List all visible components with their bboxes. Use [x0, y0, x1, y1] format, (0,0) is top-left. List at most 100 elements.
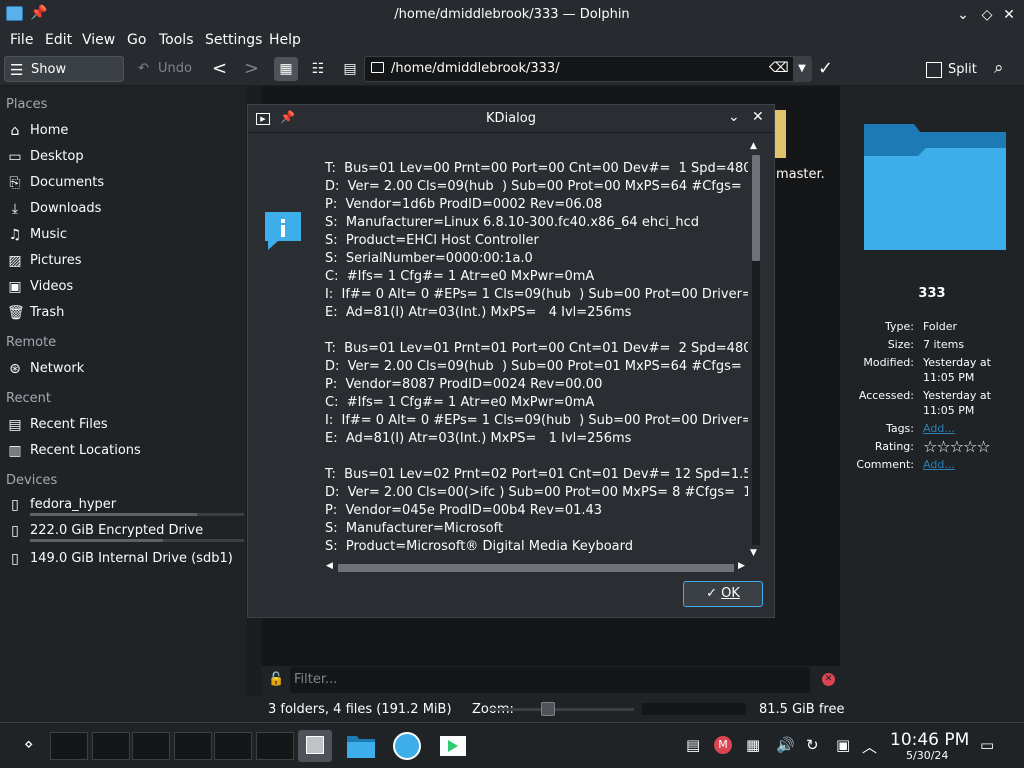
- menu-help[interactable]: Help: [269, 32, 301, 48]
- dialog-minimize-button[interactable]: ⌄: [728, 109, 740, 125]
- info-comment-label: Comment:: [856, 458, 914, 471]
- sidebar-item-trash[interactable]: 🗑 Trash: [6, 301, 242, 325]
- dialog-text-line: T: Bus=01 Lev=01 Prnt=01 Port=00 Cnt=01 …: [325, 341, 748, 356]
- filter-input[interactable]: Filter...: [290, 667, 810, 693]
- sidebar-item-music[interactable]: ♫ Music: [6, 223, 242, 247]
- menu-edit[interactable]: Edit: [45, 32, 72, 48]
- menu-file[interactable]: File: [10, 32, 33, 48]
- split-button[interactable]: Split: [926, 58, 977, 82]
- desktop-icon: ▭: [8, 149, 22, 165]
- scroll-left-icon[interactable]: ◀: [326, 561, 333, 571]
- volume-icon[interactable]: 🔊: [776, 736, 795, 754]
- sidebar-item-documents[interactable]: ⎘ Documents: [6, 171, 242, 195]
- dialog-close-button[interactable]: ✕: [752, 109, 764, 125]
- horizontal-scrollbar[interactable]: ◀ ▶: [324, 561, 748, 575]
- sidebar-item-pictures[interactable]: ▨ Pictures: [6, 249, 242, 273]
- taskbar-kdialog[interactable]: [298, 730, 332, 762]
- device-usage-bar: [30, 513, 244, 516]
- update-icon[interactable]: ↻: [806, 736, 819, 754]
- clear-location-icon[interactable]: ⌫: [769, 60, 789, 76]
- ok-button[interactable]: ✓ OK: [683, 581, 763, 607]
- dialog-text-line: P: Vendor=045e ProdID=00b4 Rev=01.43: [325, 503, 603, 518]
- mega-icon[interactable]: M: [714, 736, 732, 754]
- dialog-text-line: E: Ad=81(I) Atr=03(Int.) MxPS= 4 Ivl=256…: [325, 305, 632, 320]
- clipboard-icon[interactable]: ▤: [686, 736, 700, 754]
- encrypted-drive-icon: ▯: [11, 523, 19, 539]
- sidebar-item-internal-drive[interactable]: ▯ 149.0 GiB Internal Drive (sdb1): [6, 547, 242, 571]
- location-bar[interactable]: /home/dmiddlebrook/333/ ⌫ ▼: [364, 56, 812, 82]
- lock-icon[interactable]: 🔓: [268, 672, 284, 687]
- devices-header: Devices: [6, 473, 58, 488]
- back-button[interactable]: <: [212, 58, 227, 79]
- icons-view-button[interactable]: ▦: [274, 57, 298, 81]
- documents-icon: ⎘: [9, 175, 21, 191]
- maximize-button[interactable]: ◇: [976, 4, 998, 26]
- desktop-pager-2[interactable]: [92, 732, 130, 760]
- undo-button[interactable]: ↶ Undo: [134, 56, 194, 82]
- desktop-pager-6[interactable]: [256, 732, 294, 760]
- desktop-pager-1[interactable]: [50, 732, 88, 760]
- close-button[interactable]: ✕: [998, 4, 1020, 26]
- dialog-text-line: P: Vendor=8087 ProdID=0024 Rev=00.00: [325, 377, 603, 392]
- clock-date[interactable]: 5/30/24: [906, 749, 948, 762]
- sidebar-item-recent-files[interactable]: ▤ Recent Files: [6, 413, 242, 437]
- free-space-label[interactable]: 81.5 GiB free: [759, 702, 844, 717]
- scroll-right-icon[interactable]: ▶: [738, 561, 745, 571]
- desktop-pager-4[interactable]: [174, 732, 212, 760]
- close-filter-icon[interactable]: ✕: [822, 673, 835, 686]
- taskbar-terminal-icon[interactable]: [436, 730, 470, 762]
- music-icon: ♫: [8, 227, 22, 243]
- zoom-slider-track[interactable]: [488, 708, 634, 711]
- scroll-down-icon[interactable]: ▼: [750, 548, 757, 558]
- rating-stars[interactable]: ☆☆☆☆☆: [923, 437, 991, 456]
- compact-view-button[interactable]: ☷: [306, 57, 330, 81]
- expand-tray-icon[interactable]: ︿: [862, 736, 877, 757]
- show-desktop-icon[interactable]: ▭: [980, 736, 994, 754]
- menu-tools[interactable]: Tools: [159, 32, 194, 48]
- scroll-up-icon[interactable]: ▲: [750, 141, 757, 151]
- desktop-pager-5[interactable]: [214, 732, 252, 760]
- sidebar-item-desktop[interactable]: ▭ Desktop: [6, 145, 242, 169]
- taskbar-browser-icon[interactable]: [390, 730, 424, 762]
- location-path: /home/dmiddlebrook/333/: [391, 61, 560, 76]
- menubar: File Edit View Go Tools Settings Help: [0, 30, 1024, 52]
- scroll-thumb[interactable]: [338, 564, 734, 572]
- sidebar-item-recent-locations[interactable]: ▥ Recent Locations: [6, 439, 242, 463]
- info-item-name: 333: [918, 286, 946, 301]
- menu-go[interactable]: Go: [127, 32, 146, 48]
- dialog-text-line: P: Vendor=1d6b ProdID=0002 Rev=06.08: [325, 197, 603, 212]
- scroll-thumb[interactable]: [752, 155, 760, 261]
- file-label[interactable]: master.: [776, 167, 825, 182]
- forward-button[interactable]: >: [244, 58, 259, 79]
- add-tags-link[interactable]: Add...: [923, 422, 955, 435]
- dialog-text-area[interactable]: T: Bus=01 Lev=00 Prnt=00 Port=00 Cnt=00 …: [324, 141, 748, 560]
- confirm-location-icon[interactable]: ✓: [818, 58, 833, 79]
- desktop-pager-3[interactable]: [132, 732, 170, 760]
- sidebar-item-home[interactable]: ⌂ Home: [6, 119, 242, 143]
- sidebar-item-network[interactable]: ⊛ Network: [6, 357, 242, 381]
- dialog-text-line: S: Product=Microsoft® Digital Media Keyb…: [325, 539, 634, 554]
- taskbar-dolphin-icon[interactable]: [344, 730, 378, 762]
- zoom-slider-handle[interactable]: [541, 702, 555, 716]
- info-type-value: Folder: [923, 320, 957, 333]
- add-comment-link[interactable]: Add...: [923, 458, 955, 471]
- menu-view[interactable]: View: [82, 32, 115, 48]
- sidebar-item-videos[interactable]: ▣ Videos: [6, 275, 242, 299]
- device-usage-fill: [30, 513, 197, 516]
- app-launcher-icon[interactable]: ⋄: [24, 735, 33, 753]
- clock-time[interactable]: 10:46 PM: [890, 730, 969, 750]
- minimize-button[interactable]: ⌄: [952, 4, 974, 26]
- recent-header: Recent: [6, 391, 51, 406]
- show-menubar-button[interactable]: ☰ Show Menubar: [4, 56, 124, 103]
- network-tray-icon[interactable]: ▣: [836, 736, 850, 754]
- undo-icon: ↶: [138, 61, 149, 76]
- vertical-scrollbar[interactable]: ▲ ▼: [748, 141, 764, 561]
- sidebar-item-downloads[interactable]: ⤓ Downloads: [6, 197, 242, 221]
- notes-icon[interactable]: ▦: [746, 736, 760, 754]
- location-dropdown[interactable]: ▼: [793, 57, 811, 81]
- details-view-button[interactable]: ▤: [338, 57, 362, 81]
- info-rating-label: Rating:: [874, 440, 914, 453]
- search-icon[interactable]: ⌕: [994, 58, 1004, 78]
- dialog-text-line: T: Bus=01 Lev=00 Prnt=00 Port=00 Cnt=00 …: [325, 161, 748, 176]
- menu-settings[interactable]: Settings: [205, 32, 262, 48]
